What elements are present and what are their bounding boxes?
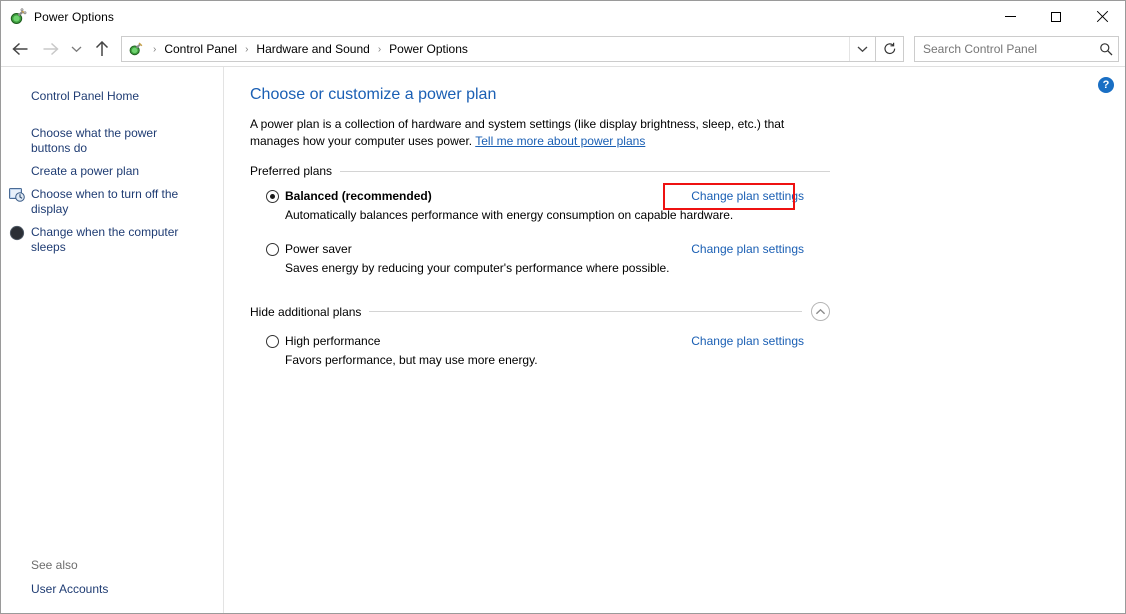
forward-button[interactable]: [35, 36, 65, 62]
arrow-left-icon: [11, 42, 27, 56]
arrow-right-icon: [43, 42, 59, 56]
help-button[interactable]: ?: [1098, 77, 1114, 93]
sidebar-item-label: Choose what the power buttons do: [31, 126, 158, 155]
power-plug-icon: [9, 7, 27, 26]
sidebar-item-choose-power-buttons[interactable]: Choose what the power buttons do: [1, 122, 206, 160]
breadcrumb-item-hardware-and-sound[interactable]: Hardware and Sound: [253, 40, 372, 58]
back-button[interactable]: [5, 36, 35, 62]
sidebar-item-turn-off-display[interactable]: Choose when to turn off the display: [1, 183, 206, 221]
refresh-button[interactable]: [876, 36, 904, 62]
plan-name[interactable]: High performance: [285, 334, 380, 349]
maximize-button[interactable]: [1033, 1, 1079, 32]
breadcrumb-separator: ›: [153, 43, 157, 55]
intro-paragraph: A power plan is a collection of hardware…: [250, 116, 835, 150]
breadcrumb-item-power-options[interactable]: Power Options: [386, 40, 471, 58]
change-plan-settings-balanced-link[interactable]: Change plan settings: [691, 189, 804, 204]
additional-plans-header: Hide additional plans: [250, 302, 830, 321]
section-label: Hide additional plans: [250, 304, 362, 319]
section-divider: [340, 170, 830, 172]
close-button[interactable]: [1079, 1, 1125, 32]
main-content: ? Choose or customize a power plan A pow…: [224, 67, 1125, 613]
radio-high-performance[interactable]: [266, 335, 279, 348]
radio-power-saver[interactable]: [266, 243, 279, 256]
see-also-label: See also: [31, 558, 78, 572]
section-divider: [369, 311, 802, 312]
sidebar-item-computer-sleeps[interactable]: Change when the computer sleeps: [1, 221, 206, 259]
search-box[interactable]: [914, 36, 1119, 62]
plan-name[interactable]: Balanced (recommended): [285, 189, 432, 204]
breadcrumb-separator: ›: [377, 43, 382, 55]
sidebar-item-control-panel-home[interactable]: Control Panel Home: [1, 85, 206, 108]
search-icon[interactable]: [1094, 37, 1118, 61]
change-plan-settings-power-saver-link[interactable]: Change plan settings: [691, 242, 804, 257]
moon-sleep-icon: [9, 225, 25, 241]
sidebar-item-label: User Accounts: [31, 582, 109, 596]
sidebar-item-user-accounts[interactable]: User Accounts: [1, 578, 206, 601]
plan-balanced: Balanced (recommended) Automatically bal…: [250, 189, 830, 223]
sidebar: Control Panel Home Choose what the power…: [1, 67, 224, 613]
chevron-up-icon[interactable]: [811, 302, 830, 321]
address-dropdown-button[interactable]: [849, 37, 875, 61]
refresh-icon: [883, 42, 895, 55]
plan-description: Favors performance, but may use more ene…: [285, 353, 538, 367]
plan-power-saver: Power saver Saves energy by reducing you…: [250, 242, 830, 276]
sidebar-item-create-power-plan[interactable]: Create a power plan: [1, 160, 206, 183]
breadcrumb-item-control-panel[interactable]: Control Panel: [161, 40, 240, 58]
see-also-section: See also User Accounts: [1, 558, 224, 613]
page-title: Choose or customize a power plan: [250, 86, 497, 103]
breadcrumb: › Control Panel › Hardware and Sound › P…: [148, 40, 849, 58]
breadcrumb-power-icon: [128, 41, 144, 57]
up-button[interactable]: [87, 36, 117, 62]
sidebar-item-label: Change when the computer sleeps: [31, 225, 179, 254]
minimize-button[interactable]: [987, 1, 1033, 32]
address-bar[interactable]: › Control Panel › Hardware and Sound › P…: [121, 36, 876, 62]
chevron-down-icon: [71, 46, 81, 53]
breadcrumb-separator: ›: [245, 43, 249, 55]
title-bar: Power Options: [1, 1, 1125, 32]
plan-high-performance: High performance Favors performance, but…: [250, 334, 830, 368]
chevron-down-icon: [857, 46, 868, 53]
plan-description: Automatically balances performance with …: [285, 208, 734, 222]
maximize-icon: [1051, 11, 1061, 22]
plan-description: Saves energy by reducing your computer's…: [285, 261, 670, 275]
close-icon: [1096, 11, 1108, 23]
display-clock-icon: [9, 187, 25, 203]
change-plan-settings-high-performance-link[interactable]: Change plan settings: [691, 334, 804, 349]
section-label: Preferred plans: [250, 164, 333, 178]
body-area: Control Panel Home Choose what the power…: [1, 66, 1125, 613]
radio-balanced[interactable]: [266, 190, 279, 203]
search-input[interactable]: [915, 42, 1094, 56]
recent-locations-button[interactable]: [65, 36, 87, 62]
sidebar-item-label: Control Panel Home: [31, 89, 140, 103]
tell-me-more-link[interactable]: Tell me more about power plans: [475, 134, 645, 148]
power-options-window: Power Options › Control Panel › Hardware…: [0, 0, 1126, 614]
arrow-up-icon: [95, 41, 109, 56]
sidebar-item-label: Choose when to turn off the display: [31, 187, 179, 216]
preferred-plans-header: Preferred plans: [250, 164, 830, 178]
plan-name[interactable]: Power saver: [285, 242, 352, 257]
minimize-icon: [1004, 16, 1016, 17]
navigation-bar: › Control Panel › Hardware and Sound › P…: [1, 32, 1125, 66]
sidebar-item-label: Create a power plan: [31, 164, 140, 178]
window-controls: [987, 1, 1125, 32]
window-title: Power Options: [34, 9, 115, 24]
